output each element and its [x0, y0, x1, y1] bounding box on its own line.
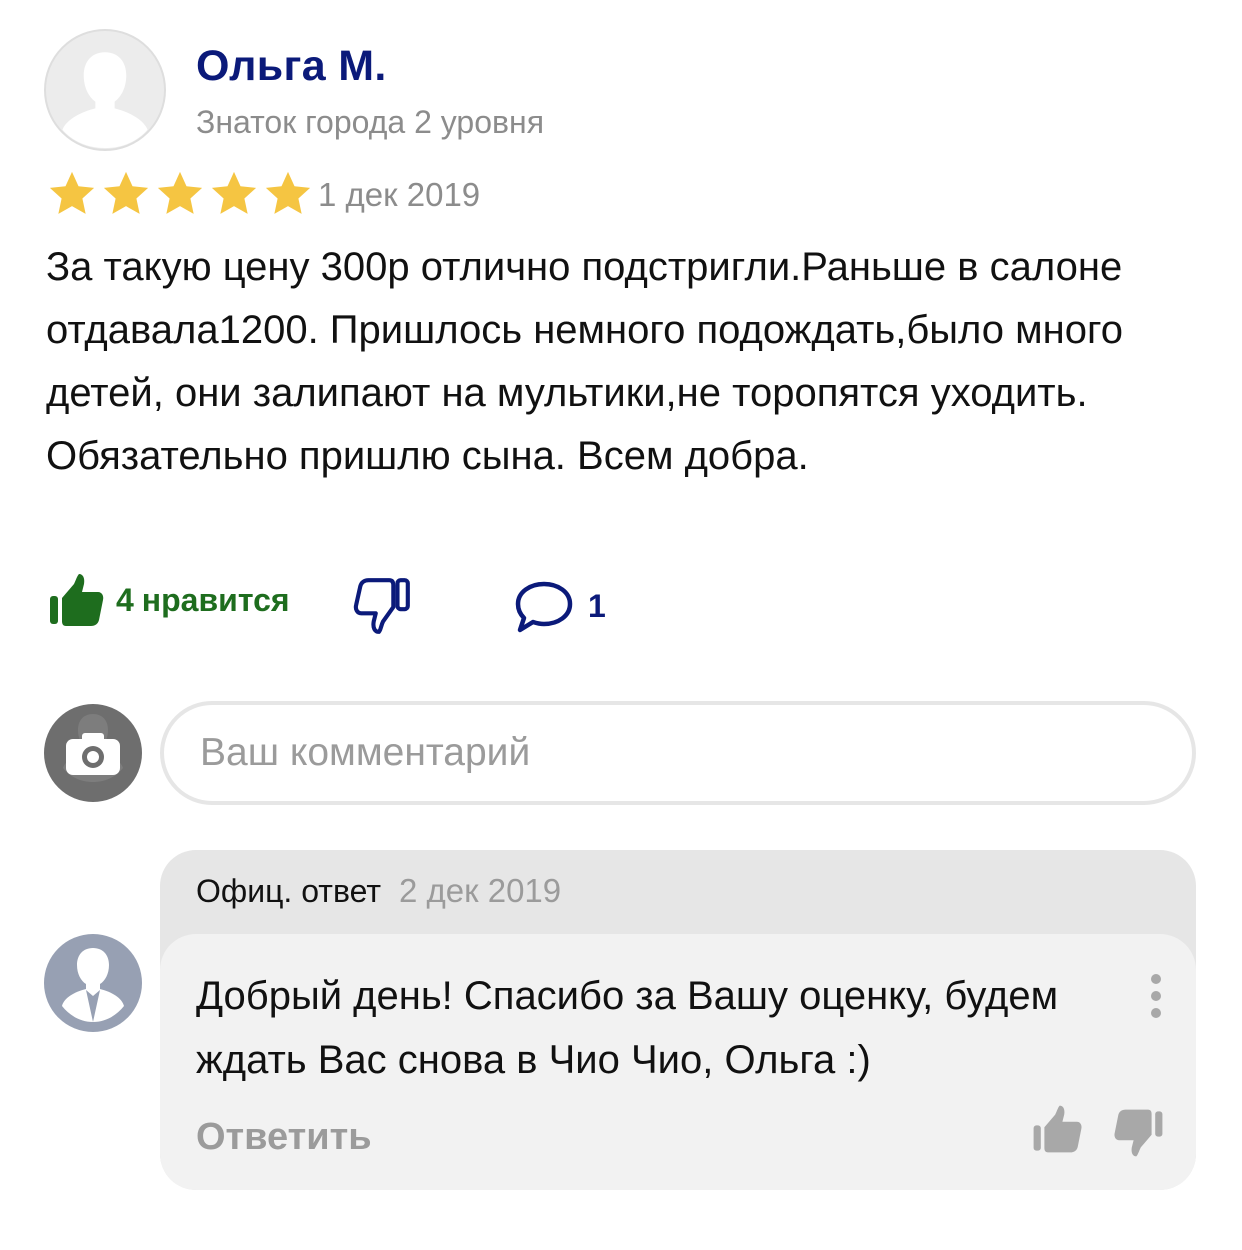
like-button[interactable]: 4 нравится — [46, 570, 290, 630]
business-user-icon — [62, 948, 124, 1022]
camera-icon — [63, 714, 123, 782]
business-avatar[interactable] — [44, 934, 142, 1032]
author-level: Знаток города 2 уровня — [196, 104, 545, 140]
star-icon — [103, 171, 149, 214]
comment-input-container — [160, 701, 1196, 805]
comment-count: 1 — [588, 587, 606, 624]
reply-button[interactable]: Ответить — [196, 1116, 372, 1159]
star-icon — [49, 171, 95, 214]
comments-button[interactable]: 1 — [512, 576, 606, 636]
author-name[interactable]: Ольга М. — [196, 42, 387, 91]
star-icon — [211, 171, 257, 214]
official-reply-label: Офиц. ответ — [196, 873, 381, 909]
more-options-button[interactable] — [1144, 974, 1168, 1022]
like-count: 4 — [116, 581, 134, 618]
official-reply-date: 2 дек 2019 — [398, 872, 562, 909]
reply-dislike-button[interactable] — [1112, 1106, 1166, 1165]
thumbs-up-icon — [1033, 1105, 1082, 1153]
like-label: нравится — [141, 581, 290, 618]
official-reply-body: Добрый день! Спасибо за Вашу оценку, буд… — [160, 934, 1196, 1190]
official-reply-text: Добрый день! Спасибо за Вашу оценку, буд… — [196, 974, 1059, 1082]
thumbs-down-icon — [353, 578, 410, 634]
more-vertical-icon — [1151, 974, 1161, 984]
speech-bubble-icon — [515, 581, 573, 633]
comment-input[interactable] — [164, 705, 1192, 801]
author-avatar[interactable] — [44, 29, 166, 151]
rating-stars — [46, 168, 314, 220]
user-silhouette-icon — [62, 52, 148, 149]
review-date: 1 дек 2019 — [318, 176, 481, 213]
review-text: За такую цену 300р отлично подстригли.Ра… — [46, 245, 1123, 478]
reply-like-button[interactable] — [1030, 1102, 1084, 1161]
star-icon — [265, 171, 311, 214]
official-reply-card: Офиц. ответ 2 дек 2019 Добрый день! Спас… — [160, 850, 1196, 1190]
camera-button[interactable] — [44, 704, 142, 802]
dislike-button[interactable] — [352, 574, 414, 641]
thumbs-up-icon — [50, 574, 104, 626]
official-reply-header: Офиц. ответ 2 дек 2019 — [196, 872, 561, 910]
thumbs-down-icon — [1114, 1109, 1163, 1157]
star-icon — [157, 171, 203, 214]
